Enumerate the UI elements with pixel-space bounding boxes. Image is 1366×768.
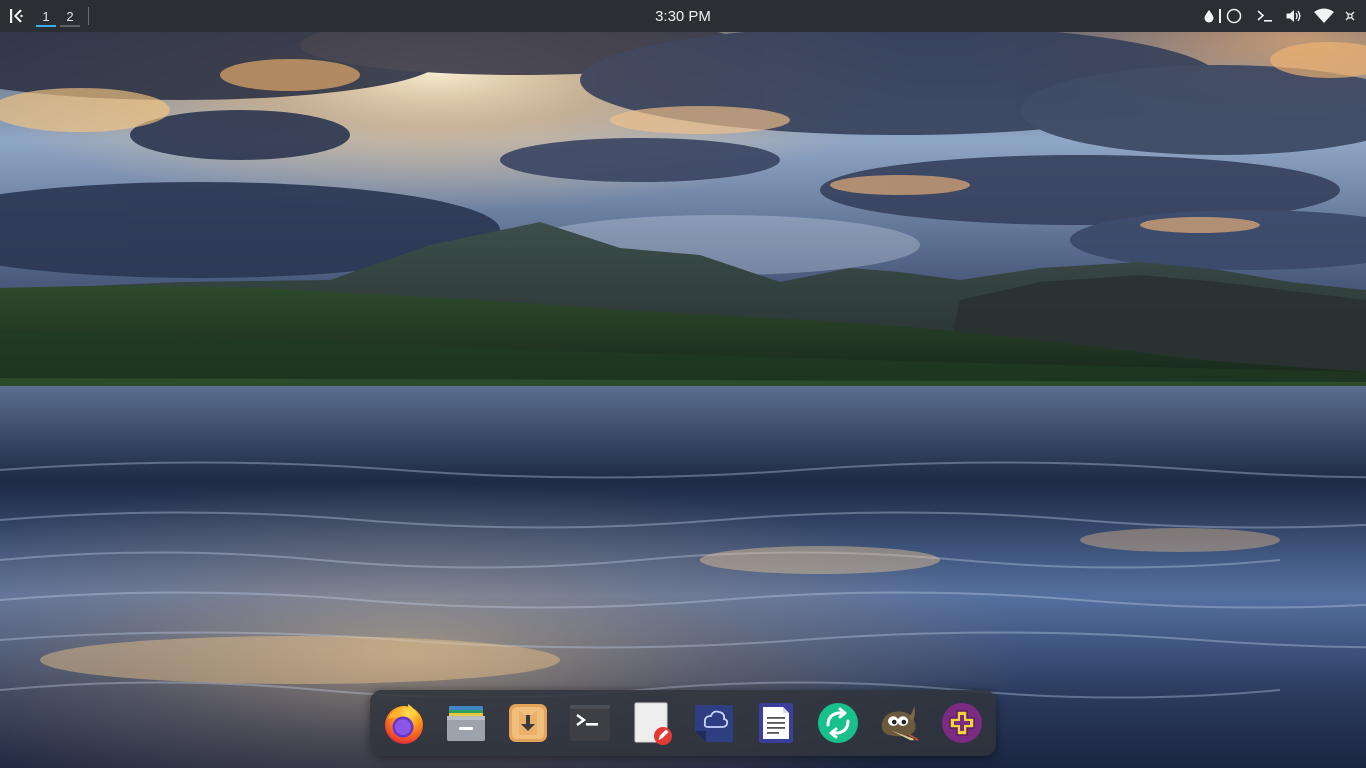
download-manager-icon — [509, 704, 547, 742]
gimp-launcher[interactable] — [878, 701, 922, 745]
active-desktop-indicator — [36, 25, 56, 27]
cloud-sync-launcher[interactable] — [692, 701, 736, 745]
top-panel: 1 2 3:30 PM — [0, 0, 1366, 32]
firefox-launcher[interactable] — [382, 701, 426, 745]
dock — [370, 690, 996, 756]
wifi-icon[interactable] — [1308, 0, 1340, 32]
virtual-desktop-2[interactable]: 2 — [60, 0, 80, 32]
file-manager-launcher[interactable] — [444, 701, 488, 745]
cloud-sync-icon — [695, 705, 733, 742]
text-editor-icon — [634, 702, 672, 745]
plus-app-launcher[interactable] — [940, 701, 984, 745]
gimp-icon — [881, 705, 919, 742]
terminal-icon[interactable] — [1250, 0, 1280, 32]
panel-separator — [88, 7, 89, 25]
drop-icon[interactable] — [1200, 0, 1218, 32]
wallpaper — [0, 0, 1366, 768]
sync-app-launcher[interactable] — [816, 701, 860, 745]
plus-app-icon — [942, 703, 982, 743]
firefox-icon — [385, 704, 423, 744]
volume-icon[interactable] — [1280, 0, 1308, 32]
wifi-settings-icon[interactable] — [1340, 0, 1360, 32]
desktop-indicator — [60, 25, 80, 27]
system-tray — [1200, 0, 1360, 32]
application-launcher[interactable] — [0, 0, 32, 32]
download-manager-launcher[interactable] — [506, 701, 550, 745]
panel-left-area: 1 2 — [0, 0, 89, 32]
text-editor-launcher[interactable] — [630, 701, 674, 745]
virtual-desktop-label: 2 — [66, 8, 74, 24]
desktop[interactable]: 1 2 3:30 PM — [0, 0, 1366, 768]
kde-logo-icon — [10, 9, 23, 23]
terminal-launcher[interactable] — [568, 701, 612, 745]
terminal-icon — [570, 705, 610, 741]
digital-clock[interactable]: 3:30 PM — [655, 8, 711, 25]
circle-icon[interactable] — [1222, 0, 1246, 32]
document-viewer-icon — [759, 703, 793, 743]
virtual-desktop-1[interactable]: 1 — [36, 0, 56, 32]
virtual-desktop-label: 1 — [42, 8, 50, 24]
document-viewer-launcher[interactable] — [754, 701, 798, 745]
file-manager-icon — [447, 706, 485, 741]
sync-app-icon — [818, 703, 858, 743]
clock-area: 3:30 PM — [0, 0, 1366, 32]
